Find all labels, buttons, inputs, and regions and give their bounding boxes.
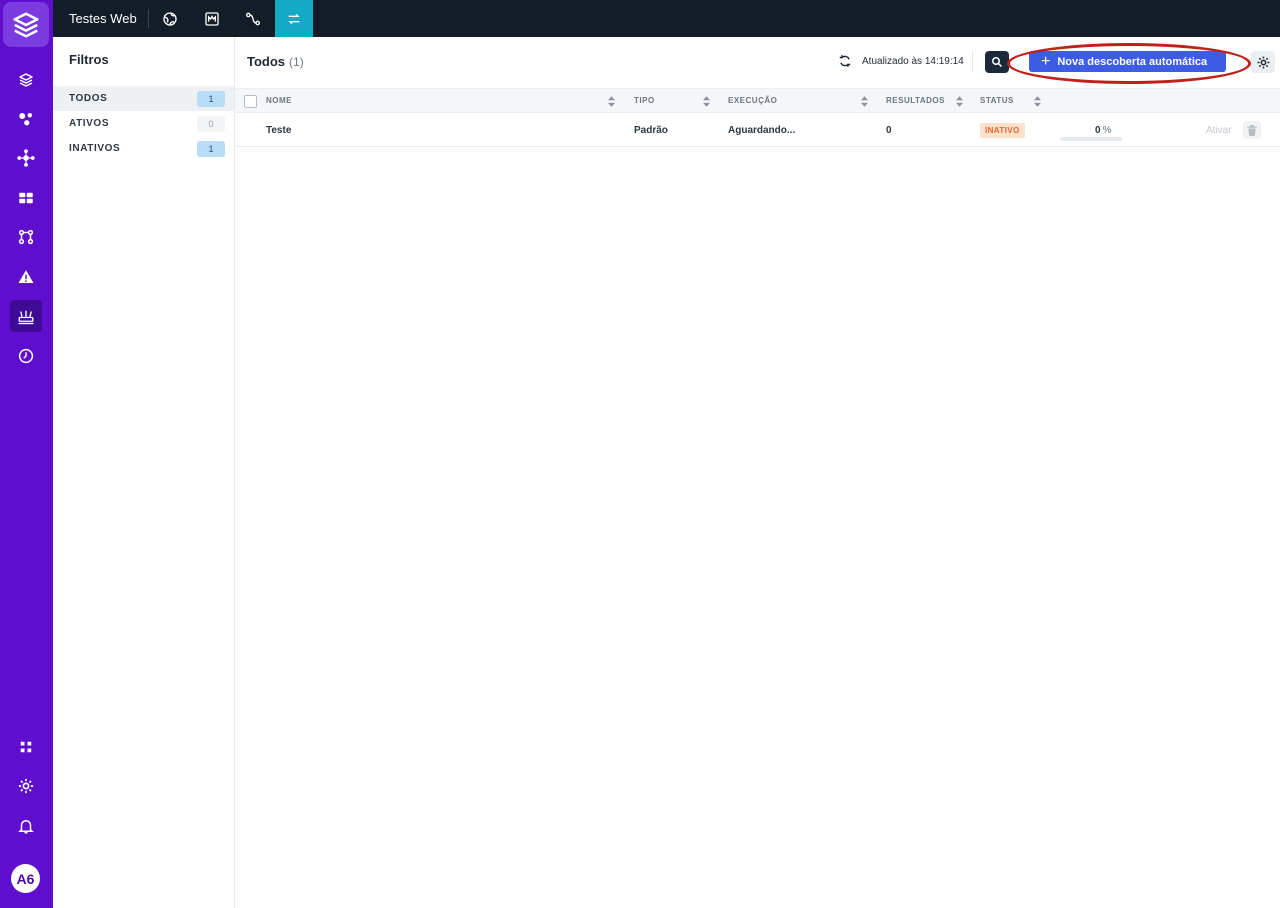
warning-icon[interactable] [10, 261, 42, 293]
sort-icon[interactable] [861, 96, 868, 107]
page-title-text: Todos [247, 54, 286, 69]
progress-unit: % [1102, 125, 1112, 136]
updated-time: Atualizado às 14:19:14 [862, 55, 964, 67]
dashboard-icon[interactable] [10, 182, 42, 214]
page-title-count: (1) [289, 55, 304, 69]
filters-panel: Filtros TODOS 1 ATIVOS 0 INATIVOS 1 [53, 37, 235, 908]
app-logo-icon[interactable] [3, 2, 49, 47]
column-header-status[interactable]: STATUS [980, 89, 1014, 114]
column-header-resultados[interactable]: RESULTADOS [886, 89, 945, 114]
route-icon[interactable] [234, 0, 272, 37]
transfer-icon[interactable] [275, 0, 313, 37]
column-header-nome[interactable]: NOME [266, 89, 292, 114]
sort-icon[interactable] [608, 96, 615, 107]
progress-value: 0% [1095, 115, 1111, 146]
gear-icon [1257, 56, 1269, 68]
flow-icon[interactable] [10, 221, 42, 253]
new-auto-discovery-label: Nova descoberta automática [1057, 55, 1208, 68]
search-icon [992, 57, 1003, 68]
trash-icon [1247, 124, 1257, 136]
filter-inativos[interactable]: INATIVOS 1 [53, 136, 234, 161]
main-content: Todos (1) Atualizado às 14:19:14 + Nova d… [235, 37, 1280, 908]
delete-button[interactable] [1243, 121, 1261, 139]
toolbar-divider [972, 51, 973, 73]
select-all-checkbox[interactable] [244, 95, 257, 108]
cell-execucao: Aguardando... [728, 125, 796, 136]
new-auto-discovery-button[interactable]: + Nova descoberta automática [1029, 51, 1226, 72]
refresh-status[interactable]: Atualizado às 14:19:14 [838, 54, 964, 68]
bell-icon[interactable] [10, 810, 42, 842]
filter-count: 1 [197, 140, 225, 157]
column-header-tipo[interactable]: TIPO [634, 89, 655, 114]
network-icon[interactable] [10, 142, 42, 174]
cell-resultados: 0 [886, 125, 892, 136]
filter-label: TODOS [69, 93, 108, 104]
sort-icon[interactable] [956, 96, 963, 107]
layers-icon[interactable] [10, 64, 42, 96]
clock-icon[interactable] [10, 340, 42, 372]
filter-label: INATIVOS [69, 143, 121, 154]
filter-count: 1 [197, 90, 225, 107]
search-button[interactable] [985, 51, 1009, 73]
column-header-execucao[interactable]: EXECUÇÃO [728, 89, 777, 114]
cell-nome[interactable]: Teste [266, 115, 291, 146]
progress-number: 0 [1095, 125, 1101, 136]
table-header: NOME TIPO EXECUÇÃO RESULTADOS STATUS [235, 88, 1280, 113]
apps-icon[interactable] [10, 731, 42, 763]
top-bar: Testes Web [53, 0, 1280, 37]
filter-count: 0 [197, 115, 225, 132]
refresh-icon[interactable] [838, 54, 852, 68]
progress-bar [1060, 137, 1122, 141]
table-row[interactable]: Teste Padrão Aguardando... 0 INATIVO 0% … [235, 115, 1280, 147]
globe-icon[interactable] [151, 0, 189, 37]
avatar[interactable]: A6 [11, 864, 40, 893]
sort-icon[interactable] [1034, 96, 1041, 107]
workspace-title[interactable]: Testes Web [69, 0, 137, 37]
table-settings-button[interactable] [1251, 51, 1275, 73]
router-icon[interactable] [10, 300, 42, 332]
plus-icon: + [1041, 52, 1051, 70]
sort-icon[interactable] [703, 96, 710, 107]
cell-tipo: Padrão [634, 125, 668, 136]
monitor-icon[interactable] [193, 0, 231, 37]
status-badge: INATIVO [980, 123, 1025, 138]
gear-icon[interactable] [10, 770, 42, 802]
filter-todos[interactable]: TODOS 1 [53, 86, 234, 111]
app-rail: A6 [0, 0, 53, 908]
filters-title: Filtros [69, 52, 109, 67]
graph-icon[interactable] [10, 103, 42, 135]
filter-ativos[interactable]: ATIVOS 0 [53, 111, 234, 136]
topbar-divider [148, 9, 149, 28]
activate-button[interactable]: Ativar [1206, 115, 1232, 146]
page-title: Todos (1) [247, 54, 304, 69]
filter-label: ATIVOS [69, 118, 110, 129]
